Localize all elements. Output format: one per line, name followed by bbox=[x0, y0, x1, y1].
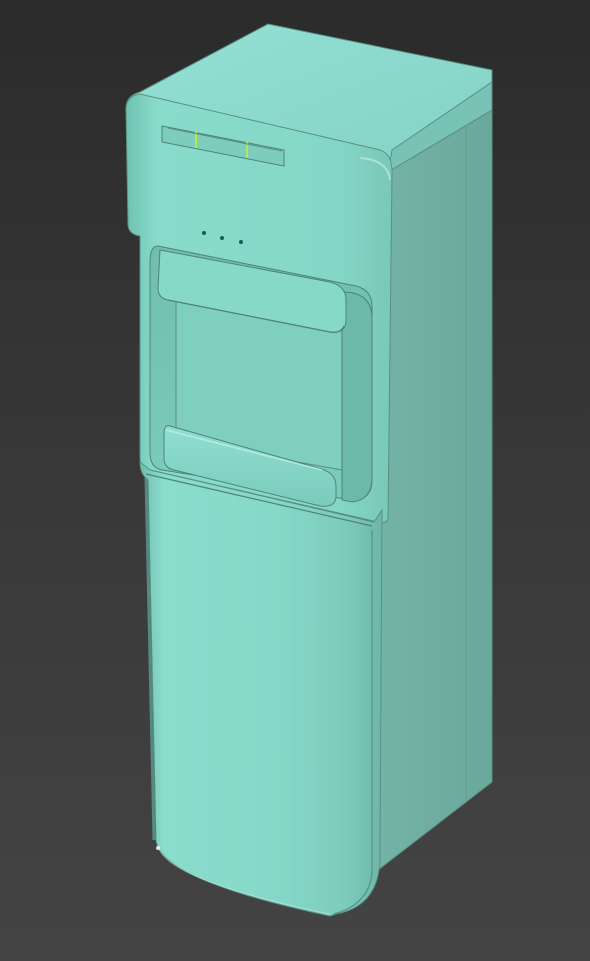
cooler-lower-front bbox=[139, 460, 383, 917]
indicator-light-3 bbox=[239, 240, 243, 244]
water-cooler-model bbox=[125, 23, 493, 917]
indicator-light-1 bbox=[202, 231, 206, 235]
indicator-light-2 bbox=[220, 236, 224, 240]
3d-viewport bbox=[0, 0, 590, 961]
recess-right-pillar bbox=[341, 291, 373, 503]
base-foot-marker bbox=[156, 846, 160, 850]
